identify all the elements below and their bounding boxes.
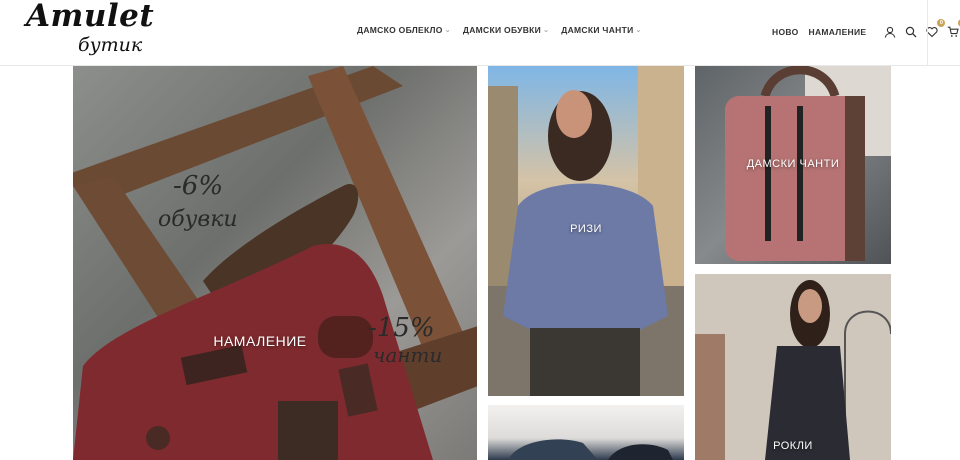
category-tile-more[interactable] xyxy=(488,405,684,460)
category-tile-dresses[interactable]: РОКЛИ xyxy=(695,274,891,460)
shirt xyxy=(503,183,668,331)
main-nav: ДАМСКО ОБЛЕКЛО ⌄ ДАМСКИ ОБУВКИ ⌄ ДАМСКИ … xyxy=(357,25,654,35)
nav-item-womens-shoes[interactable]: ДАМСКИ ОБУВКИ ⌄ xyxy=(463,25,549,35)
brand-name: Amulet xyxy=(26,0,155,34)
chevron-down-icon: ⌄ xyxy=(635,27,642,34)
header-actions: НОВО НАМАЛЕНИЕ 0 0 xyxy=(772,19,960,39)
nav-item-womens-bags[interactable]: ДАМСКИ ЧАНТИ ⌄ xyxy=(561,25,641,35)
bag-weave-panel xyxy=(278,401,338,460)
bag-partial xyxy=(508,439,598,460)
site-header: Amulet бутик ДАМСКО ОБЛЕКЛО ⌄ ДАМСКИ ОБУ… xyxy=(0,0,960,66)
nav-item-label: ДАМСКО ОБЛЕКЛО xyxy=(357,25,443,35)
backpack-zipper xyxy=(797,106,803,241)
tile-label-dresses: РОКЛИ xyxy=(773,440,813,452)
category-tile-shirts[interactable]: РИЗИ xyxy=(488,66,684,396)
account-icon[interactable] xyxy=(883,25,897,39)
header-divider xyxy=(927,0,928,66)
search-icon[interactable] xyxy=(904,25,918,39)
nav-item-label: ДАМСКИ ЧАНТИ xyxy=(561,25,634,35)
backpack-body xyxy=(725,96,865,261)
face xyxy=(798,289,822,323)
nav-item-label: ДАМСКИ ОБУВКИ xyxy=(462,25,542,35)
backpack-zipper xyxy=(765,106,771,241)
sale-photo: -6% обувки -15% чанти xyxy=(73,66,477,460)
bag-partial xyxy=(608,444,673,460)
backpack-side xyxy=(845,96,865,261)
category-tile-bags[interactable]: ДАМСКИ ЧАНТИ xyxy=(695,66,891,264)
bag-rivet xyxy=(146,426,170,450)
brand-subtitle: бутик xyxy=(78,34,143,56)
tile-label-bags: ДАМСКИ ЧАНТИ xyxy=(746,158,840,170)
brand-logo[interactable]: Amulet бутик xyxy=(26,0,154,62)
face xyxy=(556,90,592,138)
nav-link-new[interactable]: НОВО xyxy=(772,27,799,37)
category-tile-sale[interactable]: -6% обувки -15% чанти НАМАЛЕНИЕ xyxy=(73,66,477,460)
nav-link-sale[interactable]: НАМАЛЕНИЕ xyxy=(809,27,867,37)
skirt xyxy=(530,328,640,396)
wishlist-count-badge: 0 xyxy=(937,19,946,27)
discount-shoes-percent: -6% xyxy=(173,171,223,201)
dresses-photo xyxy=(695,274,891,460)
tile-label-sale: НАМАЛЕНИЕ xyxy=(213,333,307,349)
nav-item-womens-clothing[interactable]: ДАМСКО ОБЛЕКЛО ⌄ xyxy=(357,25,451,35)
chevron-down-icon: ⌄ xyxy=(444,27,451,34)
cart-icon[interactable]: 0 xyxy=(946,19,960,39)
more-photo xyxy=(508,439,673,460)
tile-label-shirts: РИЗИ xyxy=(570,223,602,235)
chevron-down-icon: ⌄ xyxy=(543,27,550,34)
discount-shoes-label: обувки xyxy=(158,207,238,232)
